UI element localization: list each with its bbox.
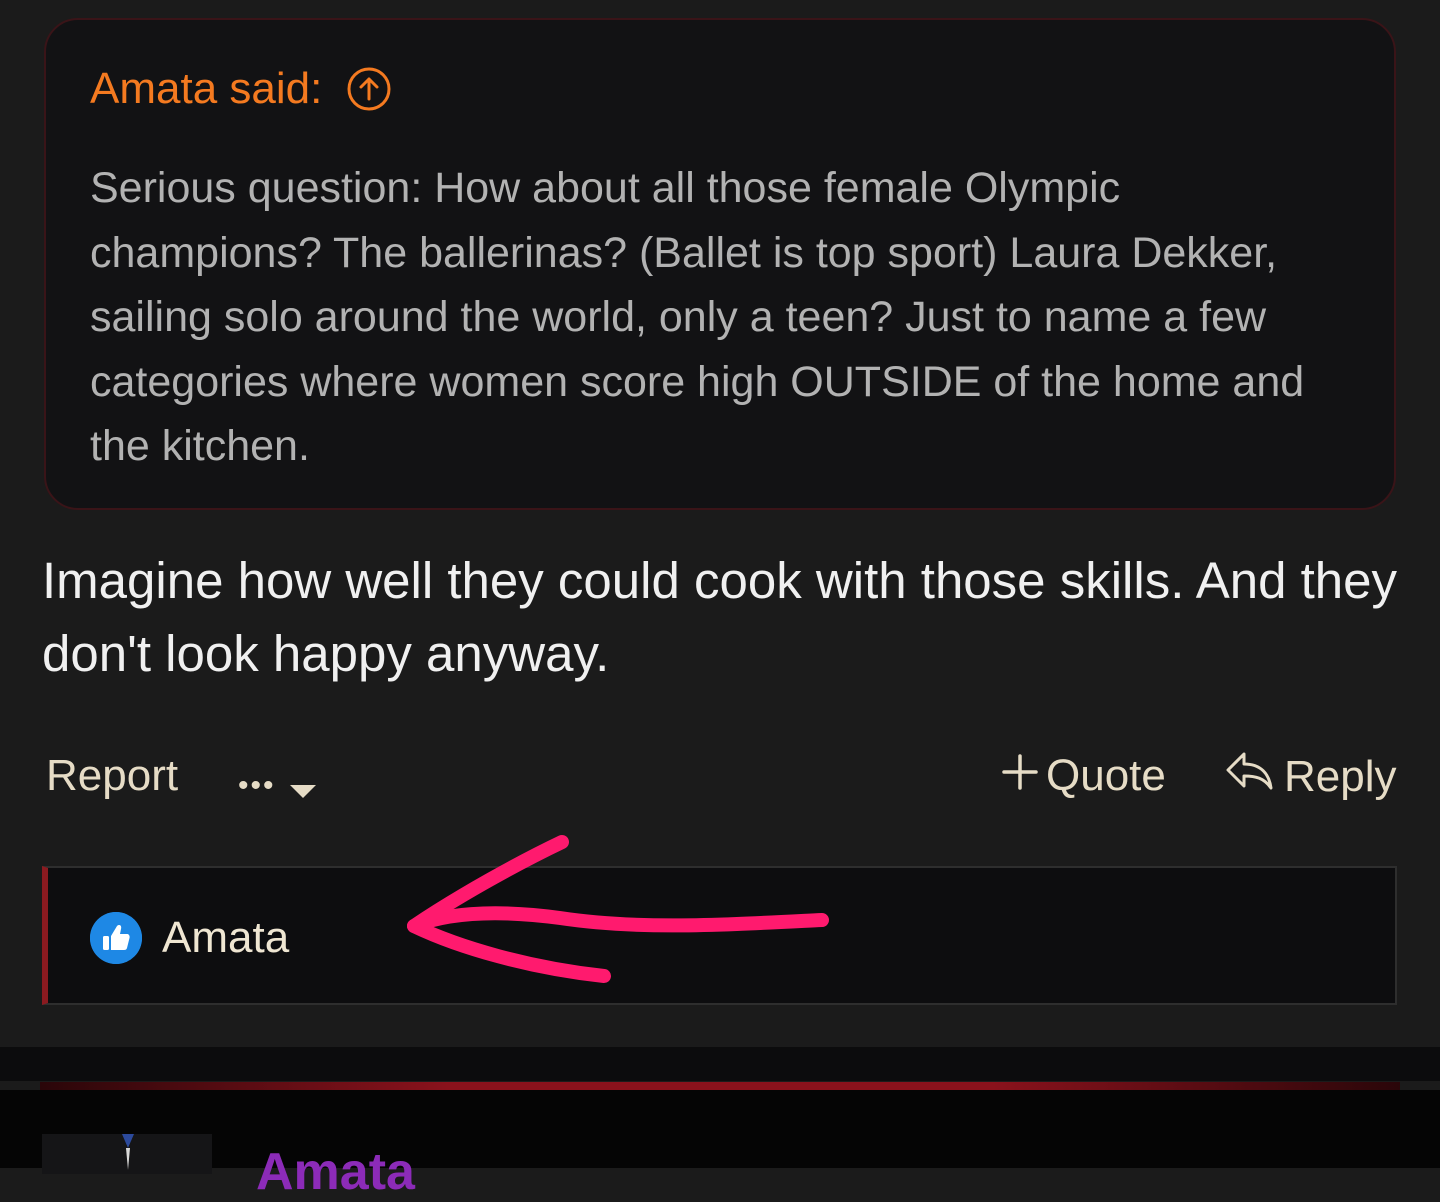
post-divider-line xyxy=(40,1082,1400,1090)
chevron-down-icon xyxy=(288,758,318,814)
quote-author-label[interactable]: Amata said: xyxy=(90,64,322,114)
more-actions-button[interactable]: ••• xyxy=(238,758,318,814)
quote-text: Serious question: How about all those fe… xyxy=(90,164,1305,470)
next-post-username[interactable]: Amata xyxy=(256,1142,415,1202)
jump-to-quote-icon[interactable] xyxy=(346,66,392,112)
reply-button[interactable]: Reply xyxy=(1224,748,1397,806)
quote-header[interactable]: Amata said: xyxy=(90,64,392,114)
post-body: Imagine how well they could cook with th… xyxy=(42,552,1398,682)
next-post-header: Amata xyxy=(0,1090,1440,1201)
plus-icon xyxy=(1002,748,1038,804)
thumbs-up-icon xyxy=(90,912,142,964)
reactions-bar[interactable]: Amata xyxy=(42,866,1397,1005)
avatar[interactable] xyxy=(42,1134,212,1174)
quote-block: Amata said: Serious question: How about … xyxy=(44,18,1396,510)
reaction-user[interactable]: Amata xyxy=(162,910,289,966)
post-separator xyxy=(0,1047,1440,1081)
reply-icon xyxy=(1224,748,1274,806)
reply-label: Reply xyxy=(1284,752,1397,801)
quote-label: Quote xyxy=(1046,751,1166,800)
report-button[interactable]: Report xyxy=(46,748,178,804)
quote-button[interactable]: Quote xyxy=(1002,748,1166,804)
more-label: ••• xyxy=(238,769,276,802)
